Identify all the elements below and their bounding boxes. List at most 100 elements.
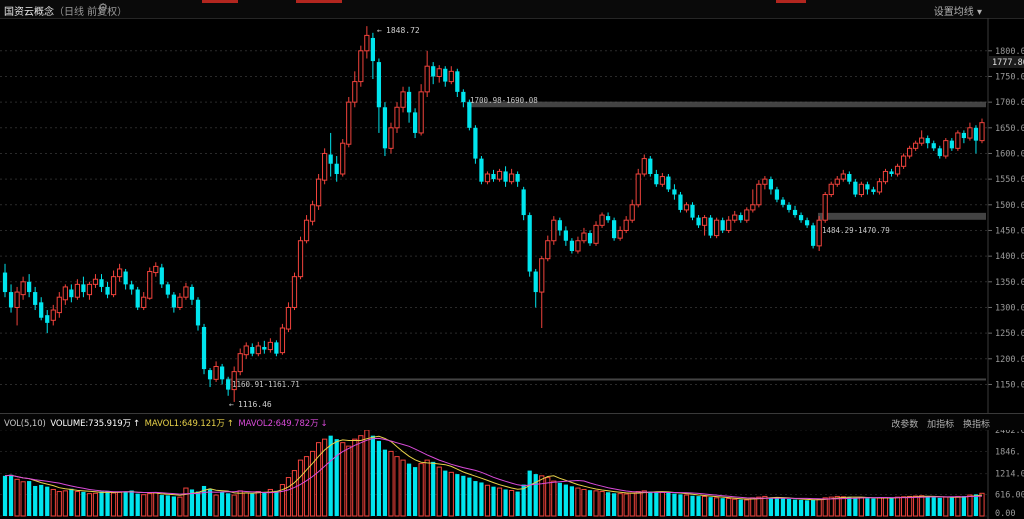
volume-bar	[226, 493, 231, 516]
y-tick-label: 1750.00	[995, 72, 1024, 82]
volume-bar	[967, 494, 973, 517]
candle	[889, 168, 894, 177]
candle	[967, 122, 973, 141]
volume-bar	[587, 490, 593, 516]
volume-bar	[822, 497, 828, 517]
volume-bar	[250, 493, 255, 516]
candle	[726, 216, 732, 234]
volume-bar	[165, 495, 170, 516]
candle	[865, 181, 870, 195]
volume-bar	[876, 497, 883, 517]
y-tick-label: 1350.00	[995, 278, 1024, 288]
volume-bar	[900, 496, 907, 517]
volume-bar	[370, 435, 375, 516]
volume-bar	[834, 495, 840, 517]
candle	[412, 108, 418, 139]
candle	[683, 202, 690, 213]
volume-bar	[455, 474, 460, 516]
volume-bar	[297, 459, 304, 517]
volume-bar	[116, 491, 123, 517]
add-indicator-button[interactable]: 加指标	[927, 420, 954, 430]
volume-bar	[943, 496, 949, 517]
volume-bar	[207, 488, 213, 516]
candle	[358, 45, 364, 87]
candle	[907, 145, 913, 159]
candle	[648, 156, 653, 177]
volume-bar	[551, 480, 557, 517]
volume-bar	[195, 491, 201, 516]
y-tick-label: 1400.00	[995, 252, 1024, 262]
indicator-name[interactable]: VOL(5,10)	[4, 419, 46, 429]
candle	[937, 145, 942, 159]
y-tick-label: 1300.00	[995, 303, 1024, 313]
candle	[521, 186, 526, 221]
volume-bar	[315, 442, 322, 517]
candle	[943, 138, 949, 159]
candle	[828, 181, 834, 198]
candle	[491, 169, 496, 182]
candle	[786, 202, 792, 213]
volume-bar	[153, 492, 159, 517]
candle	[153, 262, 159, 277]
candle	[629, 199, 635, 223]
candle	[33, 286, 38, 311]
candle	[503, 166, 508, 187]
volume-bar	[443, 470, 448, 516]
candle	[135, 286, 140, 311]
candle	[847, 171, 852, 185]
volume-bar	[479, 482, 484, 516]
candle	[973, 125, 979, 154]
candle	[129, 280, 134, 295]
volume-bar	[786, 498, 792, 516]
volume-bar	[27, 481, 32, 516]
vol-tick-label: 616.00	[995, 490, 1024, 500]
volume-bar	[913, 495, 919, 517]
volume-bar	[732, 498, 738, 517]
volume-bar	[303, 456, 310, 517]
volume-bar	[352, 438, 358, 517]
candle	[220, 363, 225, 385]
switch-indicator-button[interactable]: 换指标	[963, 420, 990, 430]
candle	[527, 212, 532, 277]
volume-bar	[86, 493, 93, 517]
volume-bar	[62, 490, 68, 517]
candle	[81, 276, 86, 298]
price-chart[interactable]: 1800.00 1750.00 1700.00 1650.00 1600.00 1550.…	[0, 0, 1024, 519]
candle	[539, 256, 545, 328]
volume-bar	[635, 491, 641, 517]
candle	[285, 302, 292, 333]
candle	[853, 179, 858, 198]
volume-bar	[659, 491, 665, 517]
candle	[623, 216, 629, 234]
candle	[557, 217, 562, 236]
candle	[116, 263, 123, 282]
volume-bar	[484, 484, 491, 517]
vol-tick-label: 1214.00	[995, 470, 1024, 480]
candle	[575, 236, 581, 254]
candle	[274, 340, 279, 357]
candle	[708, 215, 713, 239]
candle	[473, 125, 478, 164]
candle	[455, 68, 460, 97]
candle	[659, 172, 665, 187]
gap-low-label: 1160.91-1161.71	[232, 380, 300, 389]
y-tick-label: 1200.00	[995, 355, 1024, 365]
volume-bar	[503, 489, 508, 516]
volume-bar	[515, 491, 520, 516]
volume-bar	[334, 439, 339, 516]
volume-bar	[20, 481, 26, 517]
volume-bar	[847, 497, 852, 516]
volume-bar	[889, 497, 894, 516]
volume-bar	[623, 493, 629, 517]
high-label: 1848.72	[386, 26, 420, 35]
volume-header: VOL(5,10) VOLUME:735.919万 ↑ MAVOL1:649.12…	[0, 413, 1024, 430]
candle	[533, 268, 538, 308]
candle	[738, 212, 743, 223]
gap-band	[467, 101, 986, 108]
volume-bar	[183, 487, 189, 517]
volume-bar	[858, 496, 864, 517]
volume-bar	[496, 487, 503, 517]
candle	[334, 156, 339, 182]
change-params-button[interactable]: 改参数	[891, 420, 918, 430]
candle	[436, 65, 442, 83]
